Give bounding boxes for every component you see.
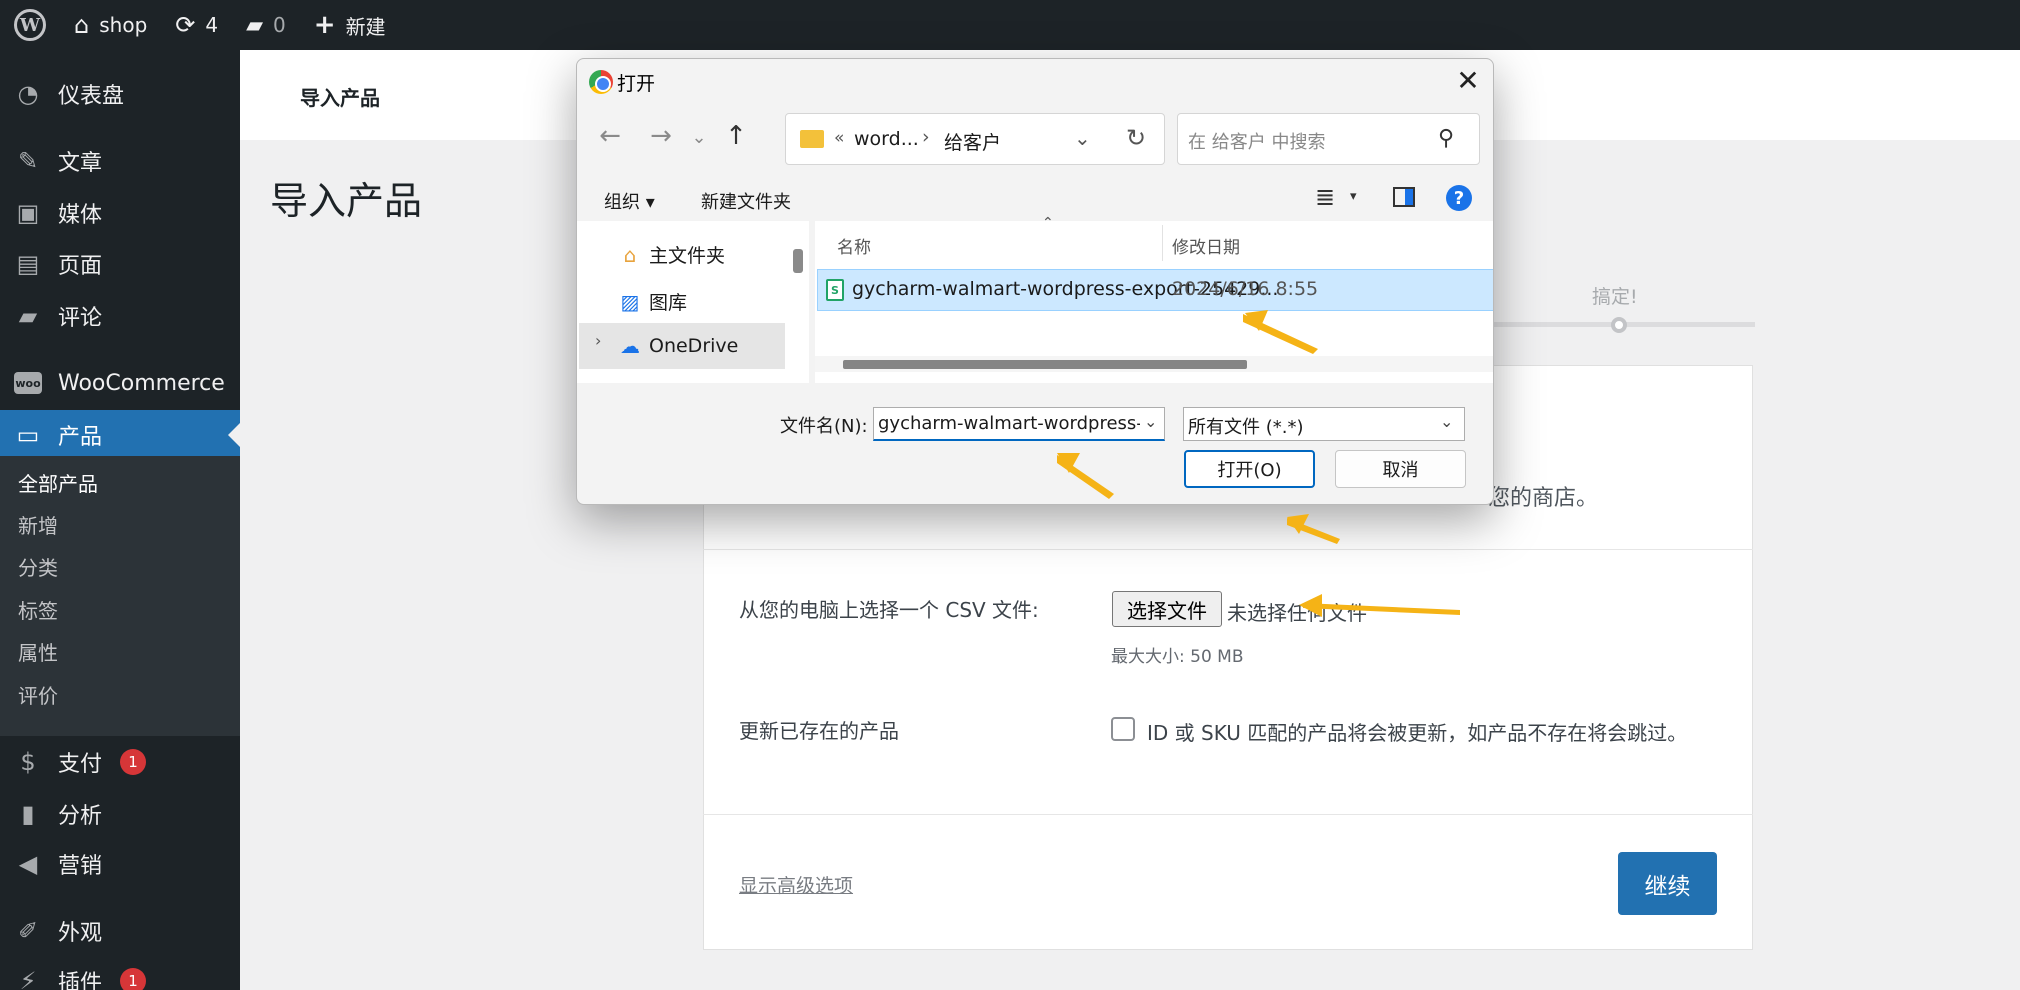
annotation-arrow xyxy=(1303,603,1460,615)
annotation-arrows xyxy=(1057,310,1460,617)
annotation-arrow xyxy=(1299,594,1322,617)
